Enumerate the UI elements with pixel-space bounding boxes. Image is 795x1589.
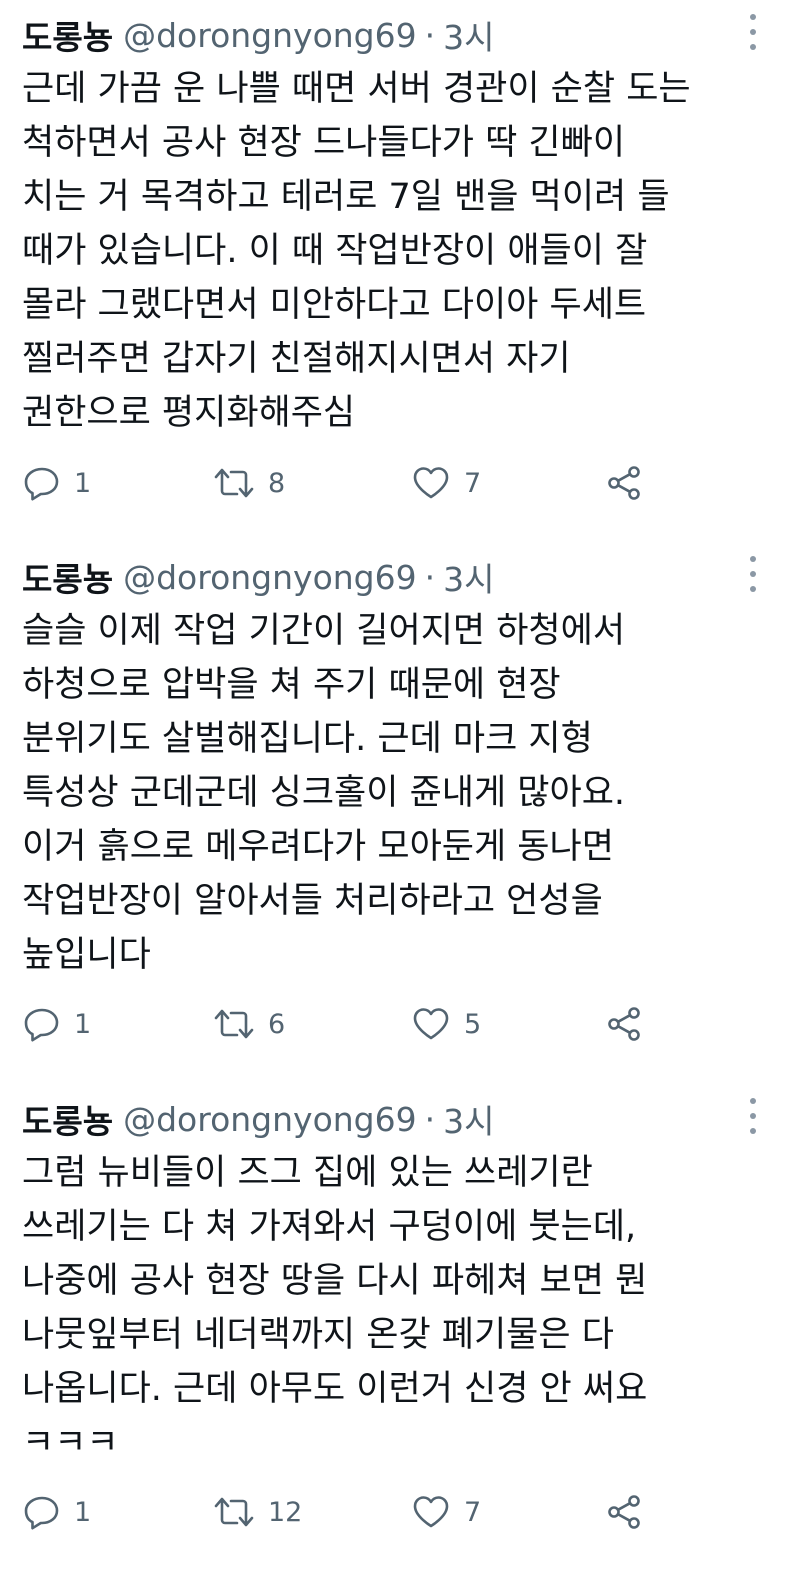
tweet[interactable]: 도롱뇽 @dorongnyong69 · 3시 그럼 뉴비들이 즈그 집에 있는… [0, 1084, 795, 1589]
tweet-text: 그럼 뉴비들이 즈그 집에 있는 쓰레기란 쓰레기는 다 쳐 가져와서 구덩이에… [22, 1146, 772, 1470]
retweet-icon [212, 463, 256, 503]
like-button[interactable]: 7 [410, 463, 481, 503]
like-count: 7 [464, 1496, 482, 1528]
retweet-icon [212, 1004, 256, 1044]
tweet-actions: 1 12 7 [22, 1492, 662, 1532]
tweet-header: 도롱뇽 @dorongnyong69 · 3시 [22, 554, 494, 600]
tweet-text-line: 척하면서 공사 현장 드나들다가 딱 긴빠이 [22, 123, 626, 163]
tweet-actions: 1 6 5 [22, 1004, 662, 1044]
retweet-icon [212, 1492, 256, 1532]
reply-icon [22, 1004, 62, 1044]
user-handle[interactable]: @dorongnyong69 [123, 1100, 417, 1139]
tweet-text-line: 근데 가끔 운 나쁠 때면 서버 경관이 순찰 도는 [22, 69, 691, 109]
like-icon [410, 1492, 452, 1532]
tweet-text-line: 높입니다 [22, 935, 151, 975]
like-count: 5 [464, 1008, 482, 1040]
share-icon [604, 1492, 644, 1532]
display-name[interactable]: 도롱뇽 [22, 1095, 113, 1143]
reply-button[interactable]: 1 [22, 1004, 91, 1044]
retweet-count: 6 [268, 1008, 286, 1040]
tweet-text-line: 나옵니다. 근데 아무도 이런거 신경 안 써요 [22, 1369, 648, 1409]
retweet-button[interactable]: 6 [212, 1004, 285, 1044]
display-name[interactable]: 도롱뇽 [22, 553, 113, 601]
share-button[interactable] [604, 1004, 644, 1044]
timestamp[interactable]: 3시 [443, 553, 494, 601]
reply-button[interactable]: 1 [22, 1492, 91, 1532]
separator-dot: · [424, 15, 436, 55]
share-icon [604, 1004, 644, 1044]
separator-dot: · [424, 557, 436, 597]
separator-dot: · [424, 1099, 436, 1139]
retweet-count: 8 [268, 467, 286, 499]
more-options-icon[interactable] [746, 556, 760, 592]
reply-button[interactable]: 1 [22, 463, 91, 503]
reply-count: 1 [74, 1496, 92, 1528]
tweet-text-line: 하청으로 압박을 쳐 주기 때문에 현장 [22, 665, 561, 705]
tweet-text-line: 몰라 그랬다면서 미안하다고 다이아 두세트 [22, 285, 647, 325]
more-options-icon[interactable] [746, 14, 760, 50]
tweet-text-line: 특성상 군데군데 싱크홀이 쥰내게 많아요. [22, 773, 626, 813]
share-icon [604, 463, 644, 503]
like-button[interactable]: 5 [410, 1004, 481, 1044]
retweet-button[interactable]: 8 [212, 463, 285, 503]
user-handle[interactable]: @dorongnyong69 [123, 558, 417, 597]
tweet-text-line: 권한으로 평지화해주심 [22, 393, 356, 433]
user-handle[interactable]: @dorongnyong69 [123, 16, 417, 55]
tweet-text-line: 나뭇잎부터 네더랙까지 온갖 폐기물은 다 [22, 1315, 614, 1355]
reply-icon [22, 463, 62, 503]
tweet-text-line: 슬슬 이제 작업 기간이 길어지면 하청에서 [22, 611, 626, 651]
tweet-text-line: 치는 거 목격하고 테러로 7일 밴을 먹이려 들 [22, 177, 670, 217]
more-options-icon[interactable] [746, 1098, 760, 1134]
tweet-text-line: ㅋㅋㅋ [22, 1423, 119, 1463]
tweet-text-line: 분위기도 살벌해집니다. 근데 마크 지형 [22, 719, 593, 759]
retweet-count: 12 [268, 1496, 303, 1528]
tweet-text-line: 찔러주면 갑자기 친절해지시면서 자기 [22, 339, 571, 379]
tweet[interactable]: 도롱뇽 @dorongnyong69 · 3시 슬슬 이제 작업 기간이 길어지… [0, 542, 795, 1082]
display-name[interactable]: 도롱뇽 [22, 11, 113, 59]
timestamp[interactable]: 3시 [443, 1095, 494, 1143]
tweet[interactable]: 도롱뇽 @dorongnyong69 · 3시 근데 가끔 운 나쁠 때면 서버… [0, 0, 795, 540]
reply-icon [22, 1492, 62, 1532]
reply-count: 1 [74, 467, 92, 499]
tweet-header: 도롱뇽 @dorongnyong69 · 3시 [22, 12, 494, 58]
retweet-button[interactable]: 12 [212, 1492, 302, 1532]
like-icon [410, 1004, 452, 1044]
timestamp[interactable]: 3시 [443, 11, 494, 59]
tweet-text-line: 때가 있습니다. 이 때 작업반장이 애들이 잘 [22, 231, 648, 271]
tweet-text-line: 그럼 뉴비들이 즈그 집에 있는 쓰레기란 [22, 1153, 593, 1193]
share-button[interactable] [604, 1492, 644, 1532]
tweet-text-line: 나중에 공사 현장 땅을 다시 파헤쳐 보면 뭔 [22, 1261, 648, 1301]
share-button[interactable] [604, 463, 644, 503]
tweet-actions: 1 8 7 [22, 463, 662, 503]
tweet-header: 도롱뇽 @dorongnyong69 · 3시 [22, 1096, 494, 1142]
like-button[interactable]: 7 [410, 1492, 481, 1532]
tweet-text-line: 작업반장이 알아서들 처리하라고 언성을 [22, 881, 603, 921]
tweet-text: 근데 가끔 운 나쁠 때면 서버 경관이 순찰 도는 척하면서 공사 현장 드나… [22, 62, 772, 440]
reply-count: 1 [74, 1008, 92, 1040]
tweet-text-line: 이거 흙으로 메우려다가 모아둔게 동나면 [22, 827, 614, 867]
tweet-text: 슬슬 이제 작업 기간이 길어지면 하청에서 하청으로 압박을 쳐 주기 때문에… [22, 604, 772, 982]
tweet-text-line: 쓰레기는 다 쳐 가져와서 구덩이에 붓는데, [22, 1207, 637, 1247]
like-count: 7 [464, 467, 482, 499]
like-icon [410, 463, 452, 503]
